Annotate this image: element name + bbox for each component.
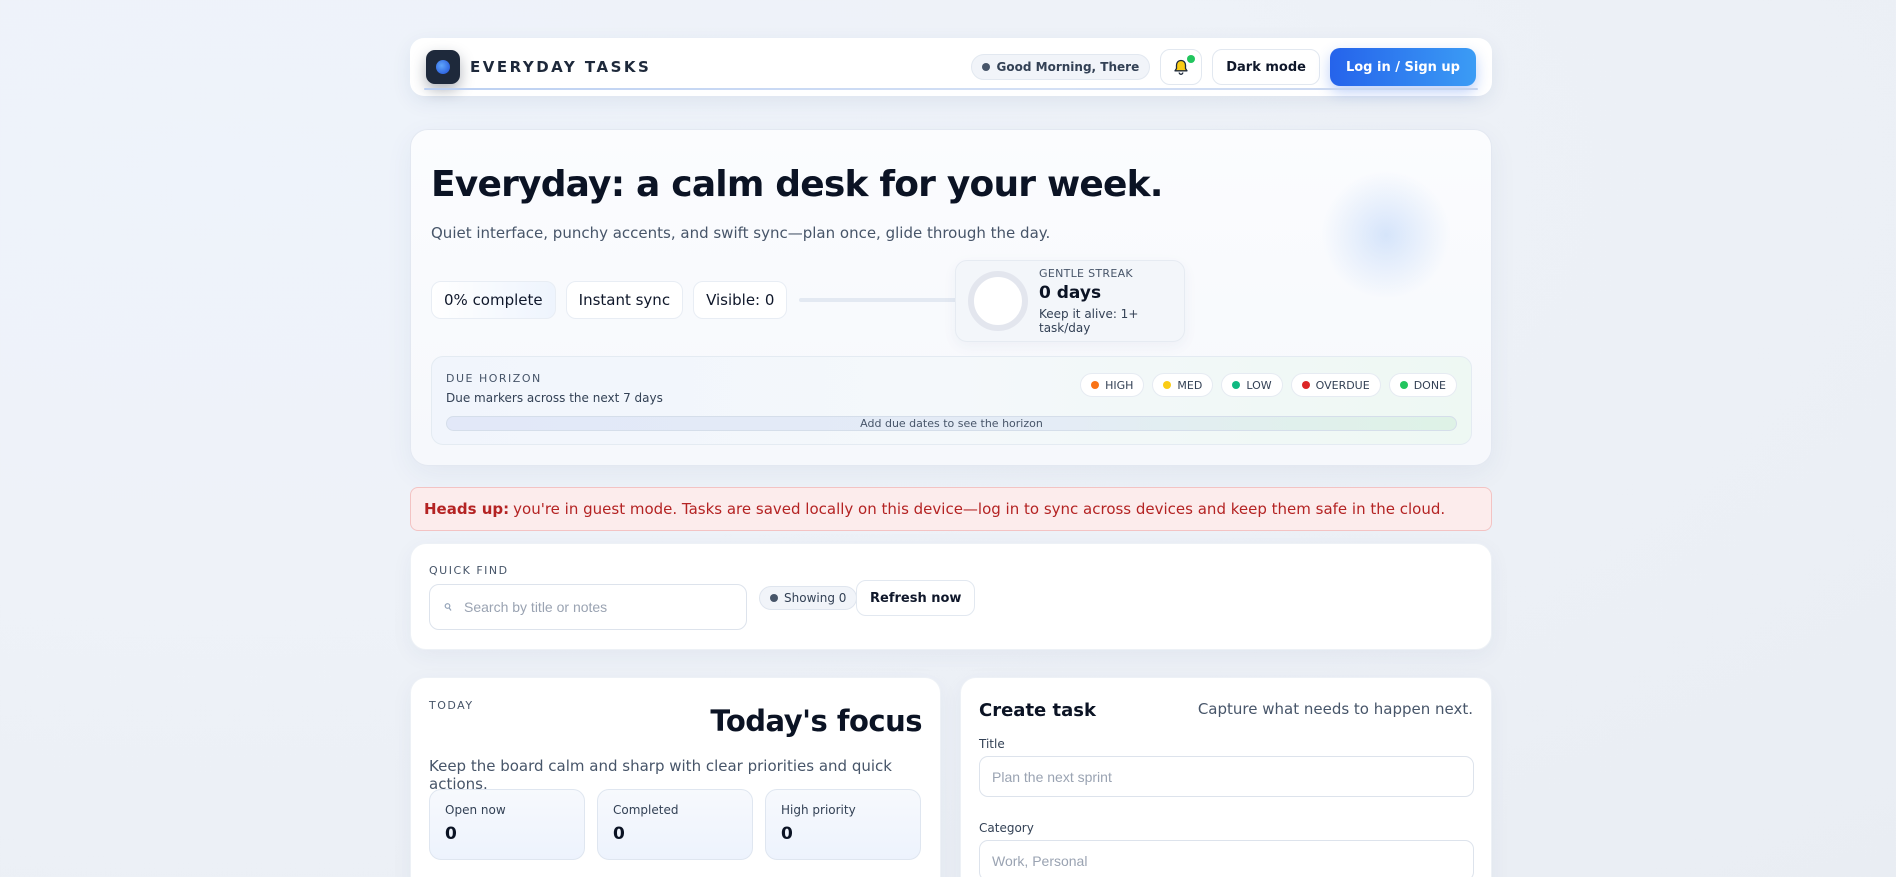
login-signup-button[interactable]: Log in / Sign up (1329, 48, 1476, 86)
notifications-button[interactable] (1160, 49, 1203, 85)
search-icon (442, 601, 454, 613)
logo-dot-icon (436, 60, 450, 74)
quick-find-label: QUICK FIND (429, 564, 509, 577)
streak-ring (968, 271, 1028, 331)
horizon-subtitle: Due markers across the next 7 days (446, 391, 663, 405)
stat-value: 0 (781, 824, 793, 844)
alert-heading: Heads up: (424, 500, 510, 518)
notification-badge (1187, 55, 1196, 63)
legend-label: OVERDUE (1315, 378, 1370, 392)
app-logo (426, 50, 460, 84)
stat-high-priority: High priority 0 (765, 789, 921, 860)
refresh-button[interactable]: Refresh now (856, 580, 976, 616)
legend-dot-icon (1301, 381, 1310, 389)
category-field-label: Category (979, 821, 1034, 835)
today-card: TODAY Today's focus Keep the board calm … (410, 677, 941, 877)
streak-card: GENTLE STREAK 0 days Keep it alive: 1+ t… (955, 260, 1185, 342)
hero-subtitle: Quiet interface, punchy accents, and swi… (431, 224, 1051, 242)
stat-value: 0 (613, 824, 625, 844)
legend-dot-icon (1232, 381, 1241, 389)
showing-count: Showing 0 (784, 591, 847, 605)
today-title: Today's focus (710, 704, 922, 738)
app-header: EVERYDAY TASKS Good Morning, There Dark … (410, 38, 1492, 96)
greeting-text: Good Morning, There (996, 60, 1140, 74)
streak-value: 0 days (1039, 283, 1102, 303)
search-input[interactable] (464, 599, 734, 615)
quick-find-panel: QUICK FIND Showing 0 Refresh now (410, 543, 1492, 650)
create-task-card: Create task Capture what needs to happen… (960, 677, 1492, 877)
today-subtitle: Keep the board calm and sharp with clear… (429, 757, 892, 793)
legend-high: HIGH (1080, 373, 1145, 397)
decorative-glow (1321, 170, 1451, 300)
sync-chip: Instant sync (565, 281, 684, 319)
create-task-title: Create task (979, 700, 1096, 721)
dark-mode-button[interactable]: Dark mode (1212, 49, 1320, 85)
legend-label: DONE (1413, 378, 1446, 392)
streak-label: GENTLE STREAK (1039, 267, 1133, 280)
visible-chip: Visible: 0 (693, 281, 788, 319)
legend-low: LOW (1221, 373, 1283, 397)
alert-text: you're in guest mode. Tasks are saved lo… (513, 500, 1446, 518)
status-dot-icon (770, 594, 778, 602)
stat-label: High priority (781, 803, 856, 817)
legend-dot-icon (1091, 381, 1100, 389)
completion-chip: 0% complete (431, 281, 556, 319)
search-box[interactable] (429, 584, 747, 630)
horizon-legend: HIGH MED LOW OVERDUE DONE (1080, 373, 1457, 397)
legend-done: DONE (1388, 373, 1457, 397)
stat-completed: Completed 0 (597, 789, 753, 860)
create-task-subtitle: Capture what needs to happen next. (1197, 700, 1473, 718)
due-horizon: DUE HORIZON Due markers across the next … (431, 356, 1472, 445)
stat-label: Open now (445, 803, 506, 817)
hero-title: Everyday: a calm desk for your week. (431, 164, 1163, 205)
category-field[interactable] (979, 840, 1474, 877)
stat-value: 0 (445, 824, 457, 844)
legend-overdue: OVERDUE (1290, 373, 1381, 397)
legend-med: MED (1152, 373, 1214, 397)
horizon-label: DUE HORIZON (446, 372, 542, 385)
legend-label: HIGH (1105, 378, 1134, 392)
legend-label: LOW (1246, 378, 1272, 392)
today-label: TODAY (429, 699, 474, 712)
today-stats: Open now 0 Completed 0 High priority 0 (429, 789, 921, 860)
hero-chips: 0% complete Instant sync Visible: 0 (431, 281, 985, 319)
legend-dot-icon (1163, 381, 1172, 389)
legend-dot-icon (1399, 381, 1408, 389)
horizon-bar: Add due dates to see the horizon (446, 416, 1457, 431)
brand-name: EVERYDAY TASKS (470, 58, 652, 76)
greeting-badge: Good Morning, There (970, 54, 1151, 80)
showing-count-badge: Showing 0 (759, 586, 858, 610)
legend-label: MED (1177, 378, 1203, 392)
streak-hint: Keep it alive: 1+ task/day (1039, 307, 1139, 335)
title-field-label: Title (979, 737, 1005, 751)
stat-open-now: Open now 0 (429, 789, 585, 860)
hero-section: Everyday: a calm desk for your week. Qui… (410, 129, 1492, 466)
title-field[interactable] (979, 756, 1474, 797)
status-dot-icon (981, 63, 990, 71)
stat-label: Completed (613, 803, 679, 817)
guest-mode-alert: Heads up: you're in guest mode. Tasks ar… (410, 487, 1492, 531)
